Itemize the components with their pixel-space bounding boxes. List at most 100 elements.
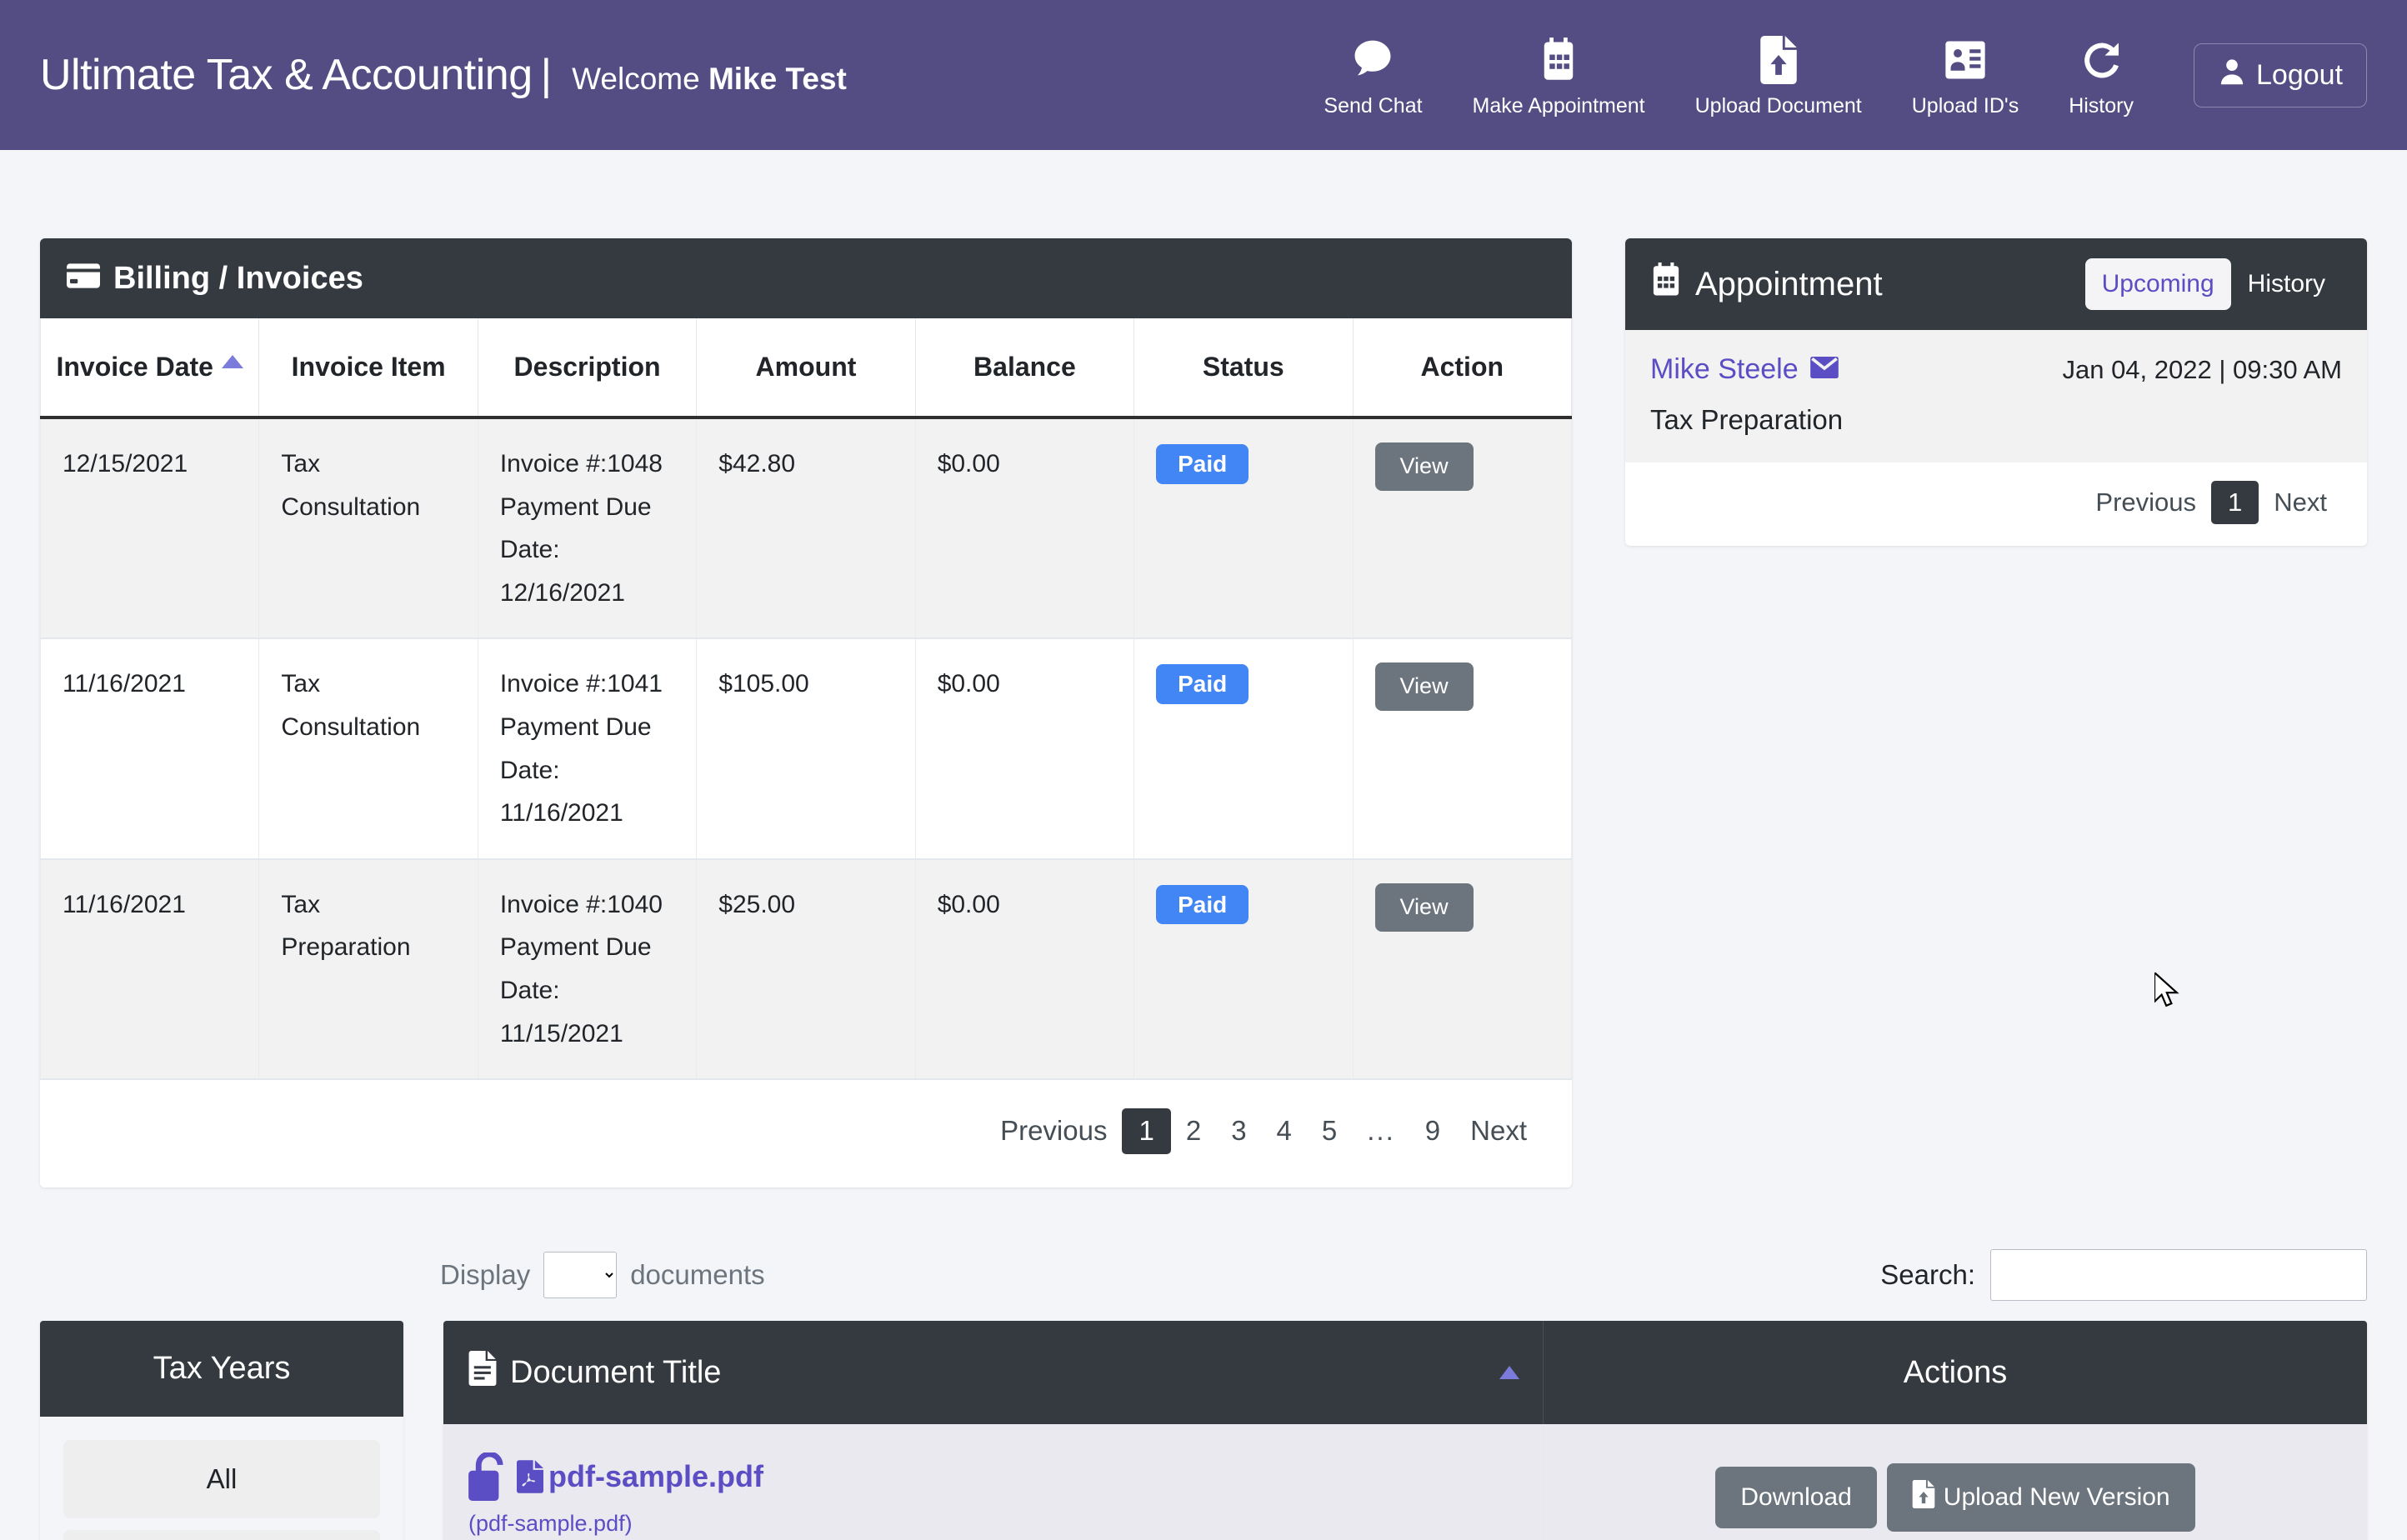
invoices-table-head: Invoice Date Invoice Item Description Am… [40,318,1572,419]
nav-upload-document[interactable]: Upload Document [1670,34,1887,117]
due-date-label: Payment Due Date: [499,492,652,564]
upload-new-version-label: Upload New Version [1943,1482,2170,1511]
cell-invoice-date: 12/15/2021 [40,418,260,640]
nav-upload-document-label: Upload Document [1694,93,1862,118]
nav-history-label: History [2069,93,2134,118]
document-icon [468,1351,497,1394]
col-status[interactable]: Status [1133,318,1354,419]
app-title: Ultimate Tax & Accounting [40,51,533,99]
appointment-title: Appointment [1650,262,1883,306]
pagination-page-4[interactable]: 4 [1262,1108,1307,1154]
tax-years-panel: Tax Years All 2022 2021 [40,1321,403,1540]
pagination-next[interactable]: Next [1455,1108,1542,1154]
upload-new-version-button[interactable]: Upload New Version [1886,1462,2195,1532]
documents-table: Document Title Actions pdf-sample.pdf (p… [443,1321,2367,1540]
welcome-username: Mike Test [708,62,847,96]
pagination-page-2[interactable]: 2 [1171,1108,1216,1154]
unlock-icon [468,1452,510,1502]
col-invoice-date[interactable]: Invoice Date [40,318,260,419]
page-body: Billing / Invoices Invoice Date Invoice … [0,150,2407,1540]
appointment-pagination-previous[interactable]: Previous [2080,481,2211,524]
appointment-pagination-next[interactable]: Next [2259,481,2342,524]
logout-button[interactable]: Logout [2194,42,2367,108]
view-invoice-button[interactable]: View [1374,882,1474,932]
invoices-header-row: Invoice Date Invoice Item Description Am… [40,318,1572,419]
appointment-pagination-page-1[interactable]: 1 [2211,481,2259,525]
pagination-page-3[interactable]: 3 [1216,1108,1261,1154]
envelope-icon[interactable] [1809,353,1839,386]
tax-year-all[interactable]: All [63,1440,380,1519]
search-input[interactable] [1990,1249,2367,1302]
appointment-client-name: Mike Steele [1650,353,1799,385]
col-document-actions[interactable]: Actions [1544,1321,2367,1424]
due-date-value: 12/16/2021 [499,578,625,607]
col-invoice-date-label: Invoice Date [56,352,213,382]
credit-card-icon [67,261,100,297]
document-name-line[interactable]: pdf-sample.pdf [468,1452,1518,1502]
pagination-page-1[interactable]: 1 [1122,1108,1171,1155]
cell-invoice-item: Tax Preparation [258,858,478,1081]
document-title-link[interactable]: pdf-sample.pdf [548,1459,763,1494]
appointment-card-header: Appointment Upcoming History [1625,238,2367,330]
id-card-icon [1944,34,1987,86]
appointment-entry-top: Mike Steele Jan 04, 2022 | 09:30 AM [1650,353,2342,386]
appointment-entry: Mike Steele Jan 04, 2022 | 09:30 AM Tax … [1625,330,2367,462]
download-button[interactable]: Download [1715,1466,1877,1528]
status-badge: Paid [1156,664,1249,704]
cell-status: Paid [1133,858,1354,1081]
col-action[interactable]: Action [1352,318,1572,419]
sort-ascending-icon [1499,1366,1519,1380]
cell-description: Invoice #:1041 Payment Due Date: 11/16/2… [477,638,698,860]
appointment-datetime: Jan 04, 2022 | 09:30 AM [2062,354,2342,384]
display-label: Display [440,1259,531,1291]
tab-upcoming[interactable]: Upcoming [2084,258,2231,310]
download-button-label: Download [1740,1482,1852,1511]
nav-send-chat[interactable]: Send Chat [1299,34,1447,117]
nav-make-appointment[interactable]: Make Appointment [1448,34,1670,117]
documents-table-head: Document Title Actions [443,1321,2367,1425]
due-date-value: 11/16/2021 [499,799,623,828]
cell-balance: $0.00 [914,638,1135,860]
nav-make-appointment-label: Make Appointment [1472,93,1645,118]
appointment-card: Appointment Upcoming History Mike Steele… [1625,238,2367,547]
cell-amount: $105.00 [696,638,916,860]
cell-amount: $42.80 [696,418,916,640]
appointment-client-link[interactable]: Mike Steele [1650,353,1839,386]
document-actions-cell: Download Upload New Version [1544,1424,2367,1540]
invoice-number: Invoice #:1040 [499,890,663,918]
top-row: Billing / Invoices Invoice Date Invoice … [40,150,2367,1188]
brand-block: Ultimate Tax & Accounting | Welcome Mike… [40,50,847,100]
header-nav: Send Chat Make Appointment Upload Docume… [1299,34,2159,117]
calendar-icon [1537,34,1580,86]
cell-balance: $0.00 [914,418,1135,640]
col-amount[interactable]: Amount [696,318,916,419]
col-document-title[interactable]: Document Title [443,1321,1544,1425]
display-length-control: Display documents [440,1252,765,1299]
pagination-previous[interactable]: Previous [985,1108,1122,1154]
billing-title: Billing / Invoices [67,261,363,297]
pagination-page-9[interactable]: 9 [1410,1108,1455,1154]
pagination-page-5[interactable]: 5 [1307,1108,1352,1154]
nav-upload-ids[interactable]: Upload ID's [1887,34,2044,117]
due-date-label: Payment Due Date: [499,933,652,1004]
nav-send-chat-label: Send Chat [1324,93,1423,118]
document-filename: (pdf-sample.pdf) [468,1511,633,1537]
tax-year-2022[interactable]: 2022 [63,1530,380,1540]
nav-history[interactable]: History [2044,34,2159,117]
status-badge: Paid [1156,884,1249,925]
display-length-select[interactable] [543,1252,618,1299]
tab-history[interactable]: History [2231,258,2342,310]
billing-card-header: Billing / Invoices [40,238,1572,318]
app-header: Ultimate Tax & Accounting | Welcome Mike… [0,0,2407,150]
view-invoice-button[interactable]: View [1374,662,1474,712]
col-invoice-item[interactable]: Invoice Item [258,318,478,419]
cell-description: Invoice #:1040 Payment Due Date: 11/15/2… [477,858,698,1081]
appointment-title-text: Appointment [1695,265,1883,302]
col-balance[interactable]: Balance [914,318,1135,419]
col-description[interactable]: Description [477,318,698,419]
cell-invoice-date: 11/16/2021 [40,858,260,1081]
invoices-table: Invoice Date Invoice Item Description Am… [40,318,1572,1081]
view-invoice-button[interactable]: View [1374,442,1474,491]
documents-controls: Display documents Search: [40,1188,2367,1321]
documents-row: Tax Years All 2022 2021 Document Title A… [40,1321,2367,1540]
